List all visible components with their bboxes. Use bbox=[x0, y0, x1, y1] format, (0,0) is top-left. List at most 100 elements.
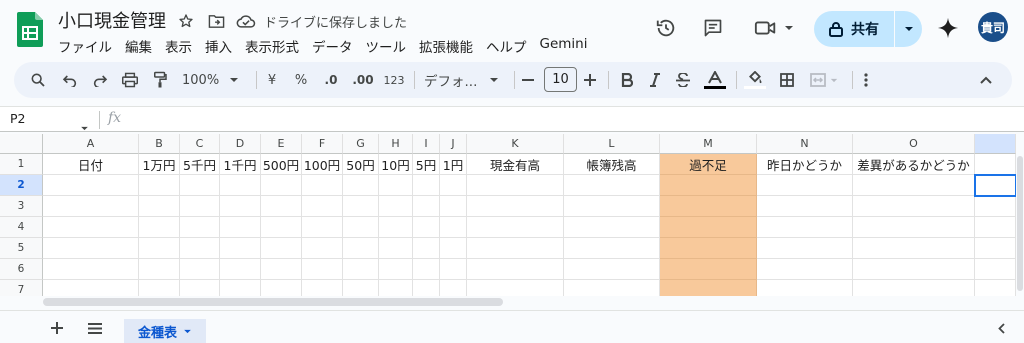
cell-p3[interactable] bbox=[975, 196, 1016, 217]
spreadsheet-grid[interactable]: A B C D E F G H I J K L M N O 1 2 3 4 5 … bbox=[0, 134, 1016, 296]
cell-e7[interactable] bbox=[261, 280, 302, 296]
name-box-dropdown-icon[interactable] bbox=[80, 116, 89, 135]
cell-o4[interactable] bbox=[853, 217, 975, 238]
decrease-font-size-icon[interactable] bbox=[518, 62, 538, 98]
column-header-a[interactable]: A bbox=[43, 134, 139, 154]
cell-p1[interactable] bbox=[975, 154, 1016, 175]
cell-j3[interactable] bbox=[440, 196, 467, 217]
cell-e6[interactable] bbox=[261, 259, 302, 280]
cell-k1[interactable]: 現金有高 bbox=[467, 154, 564, 175]
print-icon[interactable] bbox=[118, 62, 142, 98]
cell-f7[interactable] bbox=[302, 280, 343, 296]
column-header-d[interactable]: D bbox=[220, 134, 261, 154]
cell-l2[interactable] bbox=[564, 175, 660, 196]
cell-p5[interactable] bbox=[975, 238, 1016, 259]
cell-m6[interactable] bbox=[660, 259, 757, 280]
cell-n6[interactable] bbox=[757, 259, 853, 280]
cell-l7[interactable] bbox=[564, 280, 660, 296]
row-header-3[interactable]: 3 bbox=[0, 196, 43, 217]
cell-g5[interactable] bbox=[343, 238, 379, 259]
select-all-corner[interactable] bbox=[0, 134, 43, 154]
column-header-e[interactable]: E bbox=[261, 134, 302, 154]
cell-d5[interactable] bbox=[220, 238, 261, 259]
cell-a2[interactable] bbox=[43, 175, 139, 196]
cell-b7[interactable] bbox=[139, 280, 180, 296]
share-dropdown-icon[interactable] bbox=[895, 26, 922, 32]
font-select[interactable]: デフォ... bbox=[424, 62, 504, 98]
cell-d7[interactable] bbox=[220, 280, 261, 296]
cell-f6[interactable] bbox=[302, 259, 343, 280]
cell-p7[interactable] bbox=[975, 280, 1016, 296]
row-header-7[interactable]: 7 bbox=[0, 280, 43, 296]
cell-n5[interactable] bbox=[757, 238, 853, 259]
cell-l4[interactable] bbox=[564, 217, 660, 238]
cell-o2[interactable] bbox=[853, 175, 975, 196]
cell-c7[interactable] bbox=[180, 280, 220, 296]
avatar[interactable]: 貴司 bbox=[978, 12, 1008, 42]
row-header-2[interactable]: 2 bbox=[0, 175, 43, 196]
cell-o6[interactable] bbox=[853, 259, 975, 280]
cell-a7[interactable] bbox=[43, 280, 139, 296]
sheets-logo-icon[interactable] bbox=[17, 12, 43, 47]
column-header-i[interactable]: I bbox=[413, 134, 440, 154]
cell-k4[interactable] bbox=[467, 217, 564, 238]
search-menus-icon[interactable] bbox=[26, 62, 50, 98]
cell-a5[interactable] bbox=[43, 238, 139, 259]
cell-g7[interactable] bbox=[343, 280, 379, 296]
cell-j2[interactable] bbox=[440, 175, 467, 196]
cell-i1[interactable]: 5円 bbox=[413, 154, 440, 175]
history-icon[interactable] bbox=[653, 15, 679, 41]
cell-n7[interactable] bbox=[757, 280, 853, 296]
cell-e2[interactable] bbox=[261, 175, 302, 196]
move-folder-icon[interactable] bbox=[206, 11, 226, 31]
cell-k6[interactable] bbox=[467, 259, 564, 280]
column-header-b[interactable]: B bbox=[139, 134, 180, 154]
cell-b6[interactable] bbox=[139, 259, 180, 280]
cell-e1[interactable]: 500円 bbox=[261, 154, 302, 175]
column-header-o[interactable]: O bbox=[853, 134, 975, 154]
cell-j1[interactable]: 1円 bbox=[440, 154, 467, 175]
decrease-decimal-button[interactable]: .0 bbox=[318, 62, 344, 98]
increase-decimal-button[interactable]: .00 bbox=[348, 62, 378, 98]
name-box[interactable]: P2 bbox=[10, 111, 26, 126]
column-header-l[interactable]: L bbox=[564, 134, 660, 154]
cell-f3[interactable] bbox=[302, 196, 343, 217]
cell-m5[interactable] bbox=[660, 238, 757, 259]
cell-f1[interactable]: 100円 bbox=[302, 154, 343, 175]
menu-file[interactable]: ファイル bbox=[58, 36, 112, 56]
cell-l3[interactable] bbox=[564, 196, 660, 217]
vertical-scrollbar[interactable] bbox=[1017, 156, 1023, 291]
cell-o5[interactable] bbox=[853, 238, 975, 259]
meet-button[interactable] bbox=[750, 15, 798, 41]
number-format-button[interactable]: 123 bbox=[382, 62, 406, 98]
borders-icon[interactable] bbox=[776, 62, 798, 98]
menu-help[interactable]: ヘルプ bbox=[486, 36, 527, 56]
cell-n3[interactable] bbox=[757, 196, 853, 217]
sidebar-toggle-icon[interactable] bbox=[990, 317, 1012, 339]
cell-k3[interactable] bbox=[467, 196, 564, 217]
cell-n4[interactable] bbox=[757, 217, 853, 238]
cell-g1[interactable]: 50円 bbox=[343, 154, 379, 175]
document-title[interactable]: 小口現金管理 bbox=[58, 7, 166, 33]
cell-i6[interactable] bbox=[413, 259, 440, 280]
cell-g4[interactable] bbox=[343, 217, 379, 238]
cell-l6[interactable] bbox=[564, 259, 660, 280]
menu-edit[interactable]: 編集 bbox=[125, 36, 152, 56]
cell-l5[interactable] bbox=[564, 238, 660, 259]
cell-e5[interactable] bbox=[261, 238, 302, 259]
currency-format-button[interactable]: ¥ bbox=[262, 62, 282, 98]
cell-g2[interactable] bbox=[343, 175, 379, 196]
cell-a4[interactable] bbox=[43, 217, 139, 238]
tab-sheet-active[interactable]: 金種表 bbox=[124, 319, 206, 343]
increase-font-size-icon[interactable] bbox=[580, 62, 600, 98]
cell-e4[interactable] bbox=[261, 217, 302, 238]
cell-c2[interactable] bbox=[180, 175, 220, 196]
cell-d6[interactable] bbox=[220, 259, 261, 280]
selected-cell-highlight[interactable] bbox=[974, 174, 1016, 197]
fill-color-icon[interactable] bbox=[742, 62, 768, 98]
zoom-select[interactable]: 100% bbox=[182, 62, 242, 98]
cell-g3[interactable] bbox=[343, 196, 379, 217]
cell-c6[interactable] bbox=[180, 259, 220, 280]
cell-j5[interactable] bbox=[440, 238, 467, 259]
bold-icon[interactable] bbox=[616, 62, 638, 98]
